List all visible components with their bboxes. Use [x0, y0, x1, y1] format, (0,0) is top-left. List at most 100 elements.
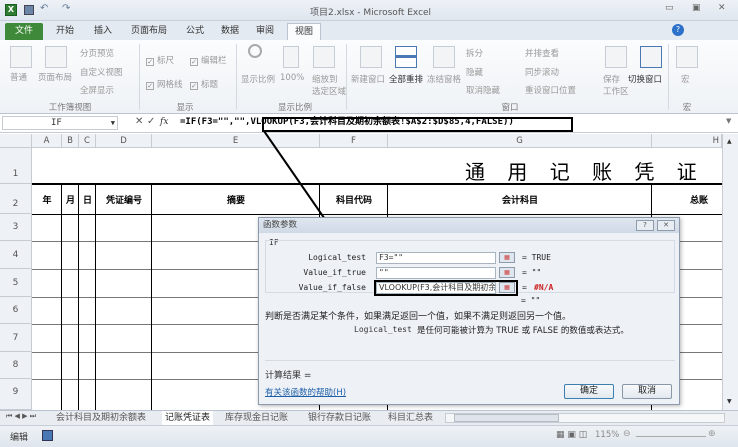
function-description: 判断是否满足某个条件，如果满足返回一个值，如果不满足则返回另一个值。 — [265, 312, 572, 322]
unhide-button[interactable]: 取消隐藏 — [466, 84, 500, 96]
custom-views-button[interactable]: 自定义视图 — [80, 66, 123, 78]
divider — [346, 44, 347, 110]
sheet-tab[interactable]: 科目汇总表 — [388, 411, 438, 425]
horizontal-scrollbar[interactable] — [445, 413, 725, 423]
header-summary: 摘要 — [226, 196, 245, 206]
zoom-slider[interactable] — [636, 436, 706, 437]
zoom-level[interactable]: 115% — [595, 430, 619, 440]
row-header[interactable]: 8 — [0, 352, 32, 379]
row-header[interactable]: 9 — [0, 379, 32, 410]
column-header[interactable]: H — [652, 134, 722, 148]
close-button[interactable]: ✕ — [718, 3, 726, 13]
range-select-icon[interactable]: ▦ — [499, 252, 515, 263]
sheet-tab-active[interactable]: 记账凭证表 — [162, 411, 214, 425]
zoom-out-icon[interactable]: ⊖ — [623, 429, 631, 439]
logical-test-input[interactable]: F3="" — [376, 252, 496, 264]
page-layout-view-button[interactable]: 页面布局 — [38, 71, 72, 83]
group-label: 显示 — [176, 103, 194, 113]
column-header[interactable]: E — [152, 134, 320, 148]
help-icon[interactable]: ? — [672, 24, 684, 36]
row-header[interactable]: 7 — [0, 324, 32, 352]
column-header[interactable]: D — [96, 134, 152, 148]
ruler-checkbox[interactable]: ✓ 标尺 — [146, 54, 174, 66]
vertical-scrollbar[interactable]: ▲ ▼ — [722, 134, 738, 410]
sheet-tab[interactable]: 银行存款日记账 — [308, 411, 371, 425]
zoom-in-icon[interactable]: ⊕ — [708, 429, 716, 439]
function-help-link[interactable]: 有关该函数的帮助(H) — [265, 386, 346, 398]
column-header[interactable]: F — [320, 134, 388, 148]
split-button[interactable]: 拆分 — [466, 47, 483, 59]
insert-function-icon[interactable]: fx — [160, 117, 168, 127]
tab-view[interactable]: 视图 — [287, 23, 321, 40]
arg-label: Logical_test — [308, 253, 366, 262]
scroll-up-icon[interactable]: ▲ — [727, 138, 732, 145]
tab-review[interactable]: 审阅 — [250, 23, 280, 40]
full-screen-button[interactable]: 全屏显示 — [80, 84, 114, 96]
hide-button[interactable]: 隐藏 — [466, 66, 483, 78]
normal-view-button[interactable]: 普通 — [10, 71, 27, 83]
new-window-button[interactable]: 新建窗口 — [351, 73, 385, 85]
column-header[interactable]: B — [62, 134, 79, 148]
normal-view-icon[interactable]: ▦ ▣ ◫ — [556, 430, 587, 440]
page-break-preview-button[interactable]: 分页预览 — [80, 47, 114, 59]
tab-home[interactable]: 开始 — [50, 23, 80, 40]
arrange-all-button[interactable]: 全部重排 — [389, 73, 423, 85]
freeze-panes-button[interactable]: 冻结窗格 — [427, 73, 461, 85]
minimize-button[interactable]: ▭ — [665, 3, 674, 13]
range-select-icon[interactable]: ▦ — [499, 267, 515, 278]
column-header[interactable]: C — [79, 134, 96, 148]
tab-insert[interactable]: 插入 — [88, 23, 118, 40]
value-if-true-input[interactable]: "" — [376, 267, 496, 279]
row-header[interactable]: 5 — [0, 269, 32, 297]
arg-result-eq: = — [522, 283, 527, 292]
tab-data[interactable]: 数据 — [215, 23, 245, 40]
zoom-selection-button[interactable]: 缩放到 选定区域 — [312, 73, 346, 97]
column-header[interactable]: G — [388, 134, 652, 148]
save-workspace-icon — [605, 46, 627, 68]
tab-page-layout[interactable]: 页面布局 — [125, 23, 173, 40]
dialog-help-button[interactable]: ? — [636, 220, 654, 231]
tab-file[interactable]: 文件 — [5, 23, 43, 40]
cancel-icon[interactable]: ✕ — [135, 116, 143, 127]
title-bar: X ↶ ↷ 项目2.xlsx - Microsoft Excel ▭ ▣ ✕ — [0, 0, 738, 21]
ok-button[interactable]: 确定 — [564, 384, 614, 399]
row-header[interactable]: 6 — [0, 297, 32, 324]
macro-record-icon[interactable] — [42, 430, 53, 441]
view-side-by-side-button[interactable]: 并排查看 — [525, 47, 559, 59]
zoom-button[interactable]: 显示比例 — [241, 73, 275, 85]
save-icon[interactable] — [24, 5, 34, 15]
name-box[interactable]: IF ▼ — [2, 116, 118, 130]
row-header[interactable]: 4 — [0, 241, 32, 269]
headings-checkbox[interactable]: ✓ 标题 — [190, 78, 218, 90]
row-header[interactable]: 1 — [0, 148, 32, 184]
save-workspace-button[interactable]: 保存 工作区 — [603, 73, 629, 97]
scroll-down-icon[interactable]: ▼ — [727, 398, 732, 405]
reset-window-position-button[interactable]: 重设窗口位置 — [525, 84, 576, 96]
macros-button[interactable]: 宏 — [681, 73, 690, 85]
header-account-code: 科目代码 — [335, 196, 372, 206]
cancel-button[interactable]: 取消 — [622, 384, 672, 399]
column-header[interactable]: A — [32, 134, 62, 148]
enter-icon[interactable]: ✓ — [147, 116, 155, 127]
gridlines-checkbox[interactable]: ✓ 网格线 — [146, 78, 183, 90]
divider — [236, 44, 237, 110]
ribbon: 普通 页面布局 分页预览 自定义视图 全屏显示 工作簿视图 ✓ 标尺 ✓ 编辑栏 ✓… — [0, 40, 738, 114]
sheet-tab[interactable]: 库存现金日记账 — [225, 411, 288, 425]
dialog-close-button[interactable]: ✕ — [657, 220, 675, 231]
scroll-thumb[interactable] — [454, 414, 559, 422]
redo-icon[interactable]: ↷ — [62, 3, 70, 14]
zoom-100-button[interactable]: 100% — [280, 73, 304, 83]
row-header[interactable]: 3 — [0, 214, 32, 241]
sheet-nav-icon[interactable]: ⏮ ◀ ▶ ⏭ — [6, 412, 36, 421]
undo-icon[interactable]: ↶ — [40, 3, 48, 14]
sync-scrolling-button[interactable]: 同步滚动 — [525, 66, 559, 78]
formula-bar-checkbox[interactable]: ✓ 编辑栏 — [190, 54, 227, 66]
zoom-selection-icon — [313, 46, 335, 68]
switch-windows-button[interactable]: 切换窗口 — [628, 73, 662, 85]
row-header[interactable]: 2 — [0, 184, 32, 214]
select-all[interactable] — [0, 134, 32, 148]
sheet-tab[interactable]: 会计科目及期初余额表 — [56, 411, 146, 425]
maximize-button[interactable]: ▣ — [692, 3, 701, 13]
tab-formulas[interactable]: 公式 — [180, 23, 210, 40]
expand-formula-bar-icon[interactable]: ▼ — [726, 117, 731, 125]
